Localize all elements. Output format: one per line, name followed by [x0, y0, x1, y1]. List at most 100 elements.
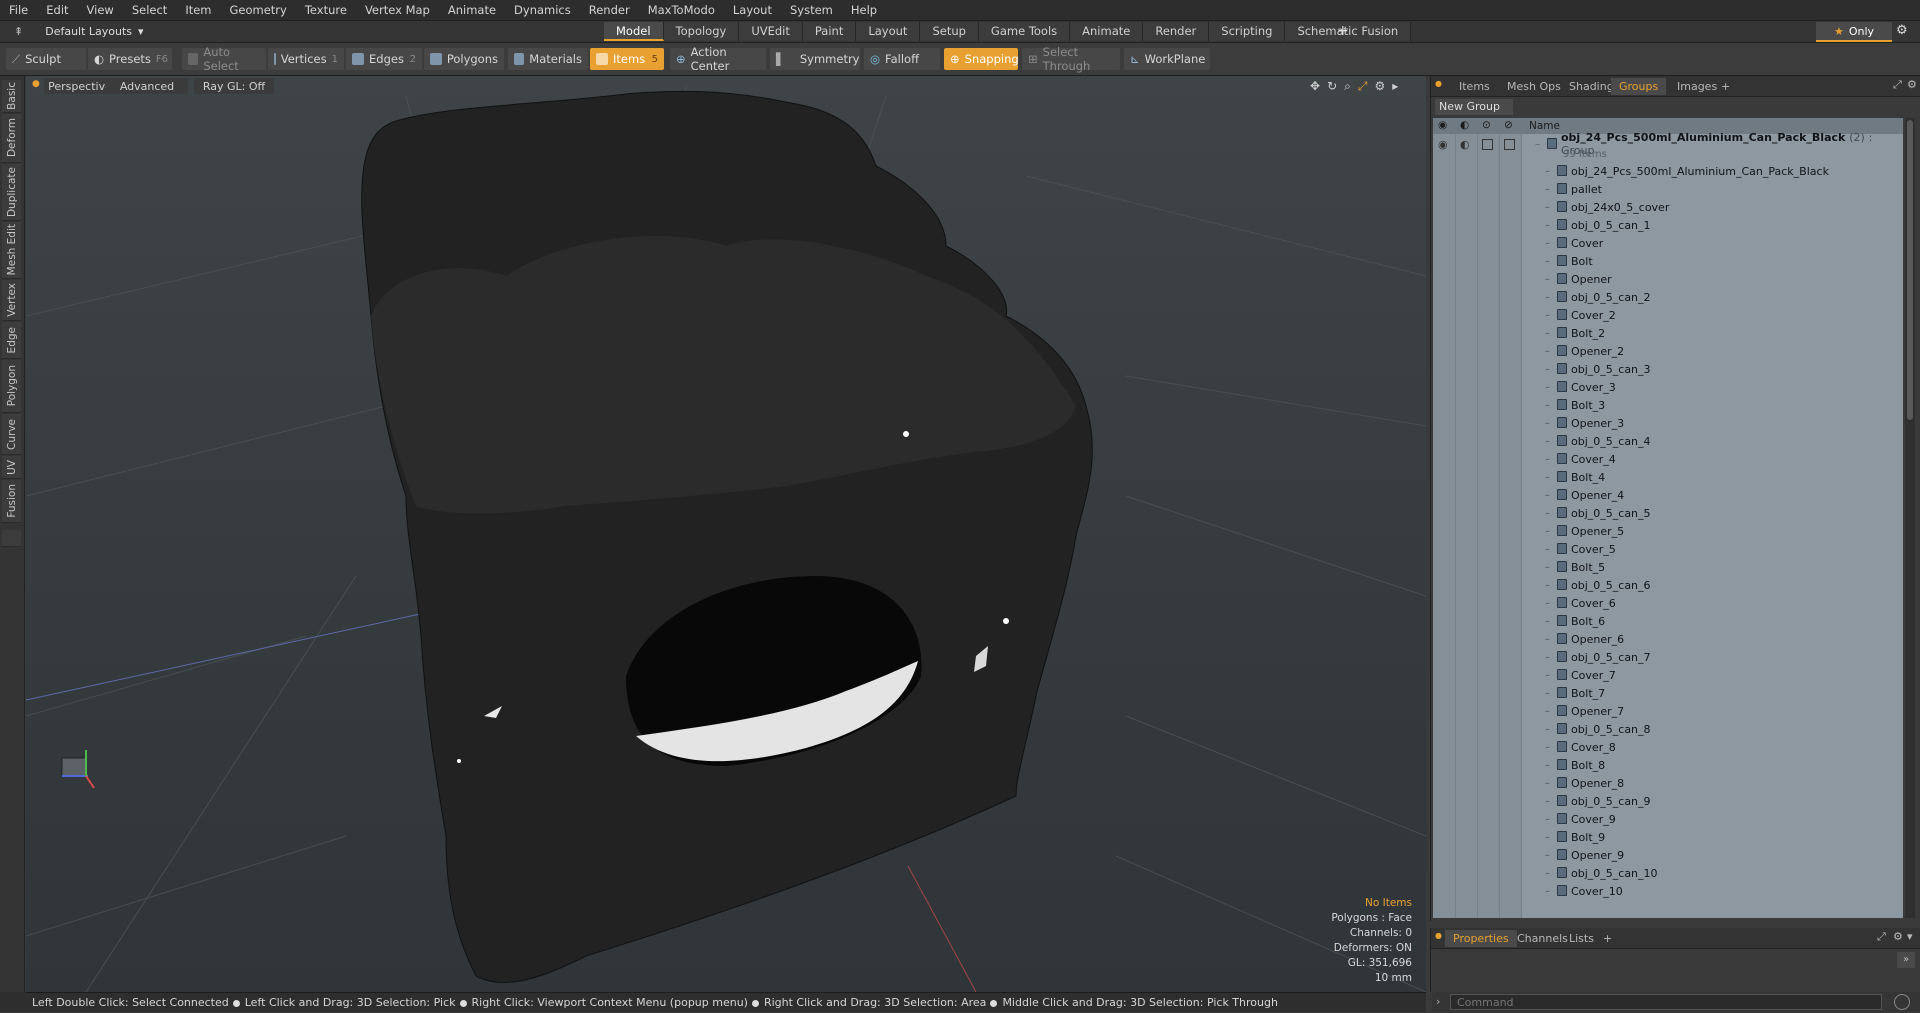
gear-icon[interactable]: ⚙	[1896, 23, 1908, 38]
workplane-button[interactable]: ⊾ WorkPlane	[1124, 48, 1210, 70]
left-tab-polygon[interactable]: Polygon	[2, 360, 21, 413]
menu-item-file[interactable]: File	[0, 0, 37, 20]
tree-row[interactable]: – obj_0_5_can_5	[1433, 504, 1903, 522]
tab-mesh-ops[interactable]: Mesh Ops	[1499, 78, 1569, 95]
vertices-button[interactable]: Vertices 1	[268, 48, 344, 70]
left-tab-curve[interactable]: Curve	[2, 414, 21, 455]
name-column-header[interactable]: Name	[1529, 120, 1560, 132]
tab-animate[interactable]: Animate	[1070, 22, 1144, 41]
tree-row[interactable]: – Opener	[1433, 270, 1903, 288]
tree-row[interactable]: – Opener_6	[1433, 630, 1903, 648]
layout-selector[interactable]: ⇞ Default Layouts ▾	[14, 21, 144, 42]
tab-render[interactable]: Render	[1143, 22, 1210, 41]
expand-icon[interactable]: ⤢	[1893, 78, 1902, 92]
left-tab-duplicate[interactable]: Duplicate	[2, 164, 21, 221]
presets-button[interactable]: ◐ Presets F6	[88, 48, 172, 70]
eye-icon[interactable]: ◉	[1438, 119, 1447, 131]
tab-items[interactable]: Items	[1451, 78, 1498, 95]
tree-row[interactable]: – Cover_6	[1433, 594, 1903, 612]
menu-item-edit[interactable]: Edit	[37, 0, 77, 20]
tab-setup[interactable]: Setup	[920, 22, 979, 41]
edges-button[interactable]: Edges 2	[346, 48, 422, 70]
tree-row[interactable]: – obj_0_5_can_9	[1433, 792, 1903, 810]
tree-row[interactable]: – Bolt_2	[1433, 324, 1903, 342]
menu-icon[interactable]: ▾	[1907, 930, 1913, 943]
menu-item-geometry[interactable]: Geometry	[221, 0, 296, 20]
tree-row[interactable]: – pallet	[1433, 180, 1903, 198]
sculpt-button[interactable]: ⟋ Sculpt	[6, 48, 86, 70]
tree-row[interactable]: – Opener_2	[1433, 342, 1903, 360]
menu-item-texture[interactable]: Texture	[296, 0, 356, 20]
left-tab-uv[interactable]: UV	[2, 456, 21, 479]
tab-groups[interactable]: Groups	[1611, 78, 1667, 95]
tree-row[interactable]: – Cover_10	[1433, 882, 1903, 900]
tree-row[interactable]: – obj_0_5_can_1	[1433, 216, 1903, 234]
items-button[interactable]: Items 5	[590, 48, 664, 70]
tree-row[interactable]: – Bolt_6	[1433, 612, 1903, 630]
tree-row[interactable]: – Opener_9	[1433, 846, 1903, 864]
panel-gear-icon[interactable]: ⚙	[1893, 930, 1903, 943]
auto-select-button[interactable]: Auto Select	[182, 45, 266, 73]
panel-menu-icon[interactable]: ●	[1435, 931, 1442, 940]
materials-button[interactable]: Materials	[508, 48, 588, 70]
tab-topology[interactable]: Topology	[663, 22, 740, 41]
tab-layout[interactable]: Layout	[856, 22, 921, 41]
tree-row[interactable]: – Bolt_3	[1433, 396, 1903, 414]
tree-row[interactable]: – obj_24x0_5_cover	[1433, 198, 1903, 216]
3d-viewport[interactable]: ● Perspective Advanced Ray GL: Off ✥ ↻ ⌕…	[26, 76, 1426, 992]
viewport-gear-icon[interactable]: ⚙	[1374, 79, 1385, 94]
select-icon[interactable]: ⊘	[1504, 119, 1513, 131]
panel-gear-icon[interactable]: ⚙	[1907, 78, 1917, 91]
falloff-button[interactable]: ◎ Falloff	[864, 48, 940, 70]
tree-row[interactable]: – obj_0_5_can_8	[1433, 720, 1903, 738]
tree-row[interactable]: – obj_0_5_can_6	[1433, 576, 1903, 594]
left-tab-deform[interactable]: Deform	[2, 114, 21, 163]
select-through-button[interactable]: ⊞ Select Through	[1022, 45, 1120, 73]
polygons-button[interactable]: Polygons	[424, 48, 504, 70]
left-tab-edge[interactable]: Edge	[2, 322, 21, 359]
menu-item-animate[interactable]: Animate	[439, 0, 505, 20]
tab-model[interactable]: Model	[604, 22, 664, 41]
move-icon[interactable]: ✥	[1310, 79, 1320, 94]
tree-row[interactable]: – obj_0_5_can_7	[1433, 648, 1903, 666]
left-tab-extra-button[interactable]	[2, 530, 21, 547]
tab-uvedit[interactable]: UVEdit	[739, 22, 803, 41]
menu-item-layout[interactable]: Layout	[724, 0, 781, 20]
tree-row[interactable]: – obj_0_5_can_3	[1433, 360, 1903, 378]
tree-row[interactable]: – Bolt_7	[1433, 684, 1903, 702]
play-icon[interactable]: ▸	[1392, 79, 1398, 94]
tree-row[interactable]: – Cover_5	[1433, 540, 1903, 558]
menu-item-item[interactable]: Item	[176, 0, 220, 20]
add-panel-tab-button[interactable]: +	[1713, 78, 1738, 95]
tree-row[interactable]: – Opener_4	[1433, 486, 1903, 504]
tree-row[interactable]: – Cover_4	[1433, 450, 1903, 468]
tab-game-tools[interactable]: Game Tools	[978, 22, 1071, 41]
menu-item-help[interactable]: Help	[842, 0, 886, 20]
tree-scrollbar-thumb[interactable]	[1907, 120, 1913, 420]
tree-row[interactable]: – Bolt_4	[1433, 468, 1903, 486]
tab-scripting[interactable]: Scripting	[1209, 22, 1286, 41]
symmetry-button[interactable]: ▌ Symmetry	[770, 48, 860, 70]
fit-icon[interactable]: ⤢	[1358, 79, 1368, 94]
menu-item-render[interactable]: Render	[580, 0, 639, 20]
new-group-button[interactable]: New Group	[1435, 99, 1513, 115]
tree-row[interactable]: – Bolt_9	[1433, 828, 1903, 846]
tree-row[interactable]: – Cover_8	[1433, 738, 1903, 756]
tree-row[interactable]: – Opener_5	[1433, 522, 1903, 540]
menu-item-select[interactable]: Select	[123, 0, 176, 20]
add-layout-tab-button[interactable]: +	[1337, 22, 1349, 41]
tree-row[interactable]: – Cover	[1433, 234, 1903, 252]
tree-row[interactable]: – Cover_9	[1433, 810, 1903, 828]
tree-row[interactable]: – Cover_7	[1433, 666, 1903, 684]
tree-row[interactable]: – obj_0_5_can_4	[1433, 432, 1903, 450]
tree-row[interactable]: – Cover_2	[1433, 306, 1903, 324]
snapping-button[interactable]: ⊕ Snapping	[944, 48, 1019, 70]
left-tab-mesh-edit[interactable]: Mesh Edit	[2, 222, 21, 279]
tab-paint[interactable]: Paint	[802, 22, 857, 41]
menu-item-view[interactable]: View	[78, 0, 123, 20]
action-center-button[interactable]: ⊕ Action Center	[670, 45, 766, 73]
tab-properties[interactable]: Properties	[1445, 930, 1517, 947]
render-icon[interactable]: ◐	[1460, 119, 1469, 131]
menu-item-maxtomodo[interactable]: MaxToModo	[639, 0, 724, 20]
tree-row[interactable]: – Bolt_5	[1433, 558, 1903, 576]
